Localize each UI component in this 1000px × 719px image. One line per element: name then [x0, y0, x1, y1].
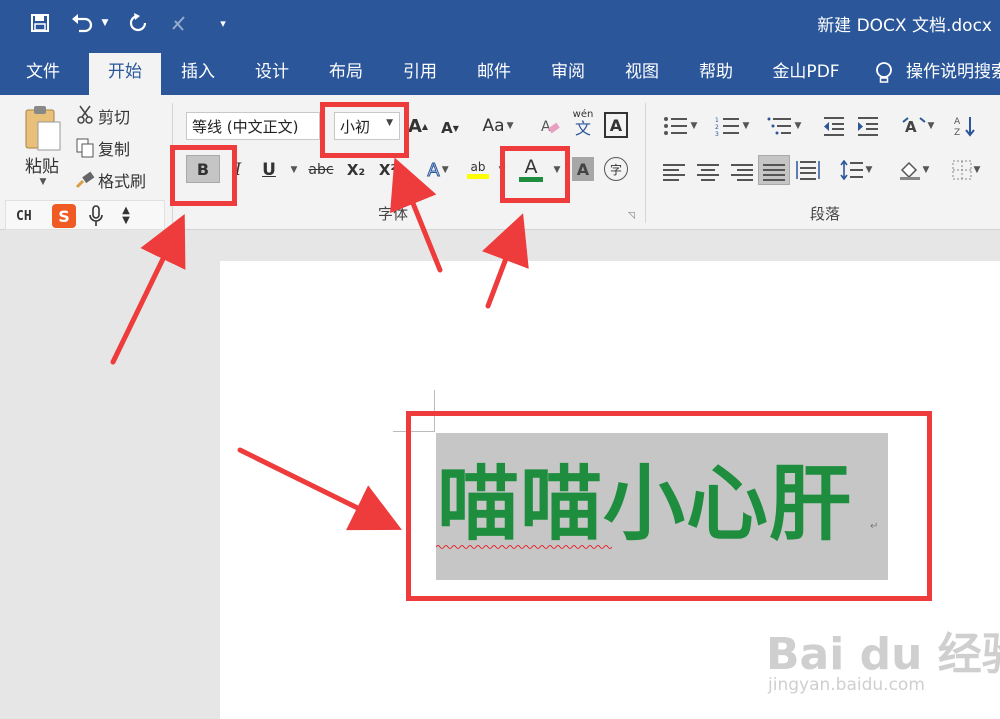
annotation-arrows: [110, 157, 529, 531]
baidu-watermark-logo: Bai du 经验: [766, 629, 1000, 680]
arrow-to-font-color: [482, 213, 529, 309]
arrow-to-bold: [110, 214, 186, 365]
arrow-to-text: [237, 447, 402, 531]
baidu-watermark-url: jingyan.baidu.com: [768, 675, 925, 695]
arrow-to-font-size: [390, 157, 443, 273]
